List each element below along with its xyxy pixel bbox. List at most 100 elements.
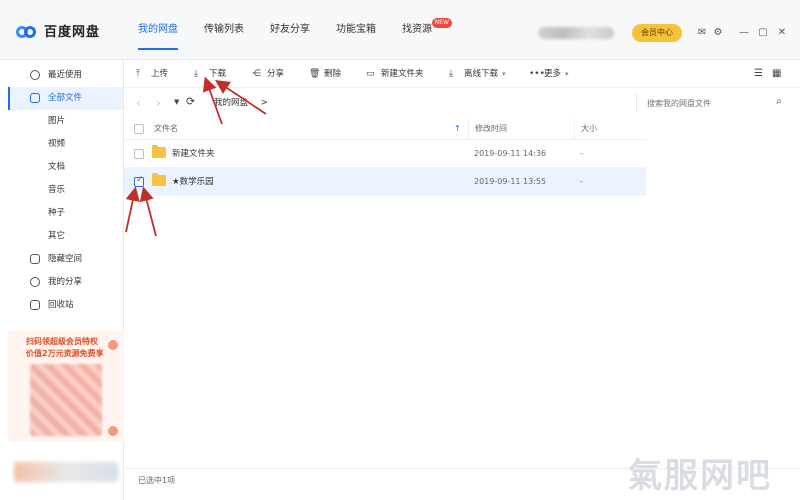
share-button[interactable]: ⋲ 分享 [252,68,284,80]
new-badge: NEW [431,18,452,28]
sidebar-item-recent[interactable]: 最近使用 [8,64,123,87]
qr-code-blurred [30,364,102,436]
main-panel: ⤒ 上传 ⤓ 下载 ⋲ 分享 🗑 删除 ▭ 新建文件夹 ⤓ 离线下载 ▾ ••• … [124,60,800,500]
offline-download-label: 离线下载 [464,69,499,79]
toolbar: ⤒ 上传 ⤓ 下载 ⋲ 分享 🗑 删除 ▭ 新建文件夹 ⤓ 离线下载 ▾ ••• … [124,60,800,88]
row-checkbox[interactable] [134,175,144,187]
new-folder-icon: ▭ [366,69,375,79]
search-input[interactable] [647,97,757,109]
tab-transfer-list[interactable]: 传输列表 [204,0,244,60]
list-view-icon[interactable]: ☰ [754,68,763,79]
selection-status: 已选中1项 [138,476,176,485]
file-modified: 2019-09-11 13:55 [474,177,547,186]
table-row[interactable]: ★数学乐园 2019-09-11 13:55 - [124,168,646,196]
share-icon: ⋲ [252,69,261,79]
file-table-header: 文件名 ↑ 修改时间 大小 [124,118,646,140]
sidebar-item-label: 回收站 [48,300,74,310]
tab-find-resources[interactable]: 找资源 NEW [402,0,452,60]
breadcrumb-separator: > [260,98,268,108]
more-label: 更多 [544,69,562,79]
promo-line-1: 扫码领超级会员特权 [26,337,98,346]
table-row[interactable]: 新建文件夹 2019-09-11 14:36 - [124,140,646,168]
clock-icon [30,70,40,80]
forward-arrow-icon[interactable]: › [156,96,161,110]
sidebar: 最近使用 全部文件 图片 视频 文档 音乐 种子 其它 隐藏空间 我的分享 回收… [8,60,124,500]
select-all-checkbox[interactable] [134,124,144,134]
row-checkbox[interactable] [134,149,144,159]
upload-icon: ⤒ [136,69,140,79]
search-box[interactable]: ⌕ [636,94,786,112]
promo-line-2: 价值2万元资源免费享 [26,349,104,358]
file-modified: 2019-09-11 14:36 [474,149,547,158]
search-icon[interactable]: ⌕ [776,96,782,107]
file-name[interactable]: ★数学乐园 [172,168,214,196]
more-icon: ••• [529,69,545,79]
mail-icon[interactable]: ✉ [696,27,708,39]
vip-promo-banner[interactable]: 扫码领超级会员特权 价值2万元资源免费享 [8,330,124,442]
sidebar-sub-others[interactable]: 其它 [8,225,123,248]
file-size: - [580,177,583,186]
column-header-modified[interactable]: 修改时间 [468,118,574,140]
vip-center-button[interactable]: 会员中心 [632,24,682,42]
app-logo: 百度网盘 [16,21,100,40]
download-icon: ⤓ [194,69,198,79]
sidebar-sub-images[interactable]: 图片 [8,110,123,133]
sort-ascending-icon[interactable]: ↑ [454,118,461,140]
trash-icon [30,300,40,310]
download-button[interactable]: ⤓ 下载 [194,68,226,80]
share-icon [30,277,40,287]
sidebar-sub-music[interactable]: 音乐 [8,179,123,202]
main-nav: 我的网盘 传输列表 好友分享 功能宝箱 找资源 NEW [138,0,458,60]
file-icon [30,93,40,103]
user-avatar-blurred[interactable] [538,27,614,39]
new-folder-button[interactable]: ▭ 新建文件夹 [366,68,424,80]
folder-icon [152,145,166,158]
upload-button[interactable]: ⤒ 上传 [136,68,168,80]
sidebar-sub-videos[interactable]: 视频 [8,133,123,156]
chevron-down-icon: ▾ [565,70,569,78]
sidebar-item-label: 隐藏空间 [48,254,83,264]
offline-download-button[interactable]: ⤓ 离线下载 ▾ [449,68,506,80]
tab-my-drive[interactable]: 我的网盘 [138,0,178,60]
file-name[interactable]: 新建文件夹 [172,140,215,168]
grid-view-icon[interactable]: ▦ [772,68,781,79]
share-label: 分享 [267,69,285,79]
promo-decor-dot [108,426,118,436]
breadcrumb-root[interactable]: 我的网盘 [214,98,248,108]
tab-toolbox[interactable]: 功能宝箱 [336,0,376,60]
breadcrumb[interactable]: 我的网盘 > [206,94,626,112]
baidu-cloud-logo-icon [16,23,38,39]
sidebar-item-hidden-space[interactable]: 隐藏空间 [8,248,123,271]
lock-icon [30,254,40,264]
new-folder-label: 新建文件夹 [381,69,424,79]
offline-download-icon: ⤓ [449,69,453,79]
tab-find-resources-label: 找资源 [402,24,432,35]
upload-label: 上传 [151,69,169,79]
refresh-icon[interactable]: ⟳ [186,95,195,108]
sidebar-sub-torrents[interactable]: 种子 [8,202,123,225]
trash-icon: 🗑 [309,69,321,79]
tab-friend-share[interactable]: 好友分享 [270,0,310,60]
sidebar-sub-documents[interactable]: 文档 [8,156,123,179]
app-name: 百度网盘 [44,25,101,40]
sidebar-item-label: 最近使用 [48,70,83,80]
sidebar-item-my-shares[interactable]: 我的分享 [8,271,123,294]
storage-bar-blurred [14,462,118,482]
delete-button[interactable]: 🗑 删除 [309,68,341,80]
delete-label: 删除 [324,69,342,79]
maximize-icon[interactable]: ▢ [757,27,769,39]
sidebar-item-all-files[interactable]: 全部文件 [8,87,123,110]
more-button[interactable]: ••• 更多 ▾ [529,68,569,80]
minimize-icon[interactable]: — [738,27,750,39]
sidebar-item-label: 全部文件 [48,93,83,103]
sidebar-item-recycle-bin[interactable]: 回收站 [8,294,123,317]
file-size: - [580,149,583,158]
close-icon[interactable]: ✕ [776,27,788,39]
column-header-name[interactable]: 文件名 [154,118,178,140]
download-label: 下载 [209,69,227,79]
sidebar-item-label: 我的分享 [48,277,83,287]
column-header-size[interactable]: 大小 [574,118,646,140]
back-arrow-icon[interactable]: ‹ [136,96,141,110]
history-dropdown-icon[interactable]: ▼ [174,98,179,106]
gear-icon[interactable]: ⚙ [712,27,724,39]
